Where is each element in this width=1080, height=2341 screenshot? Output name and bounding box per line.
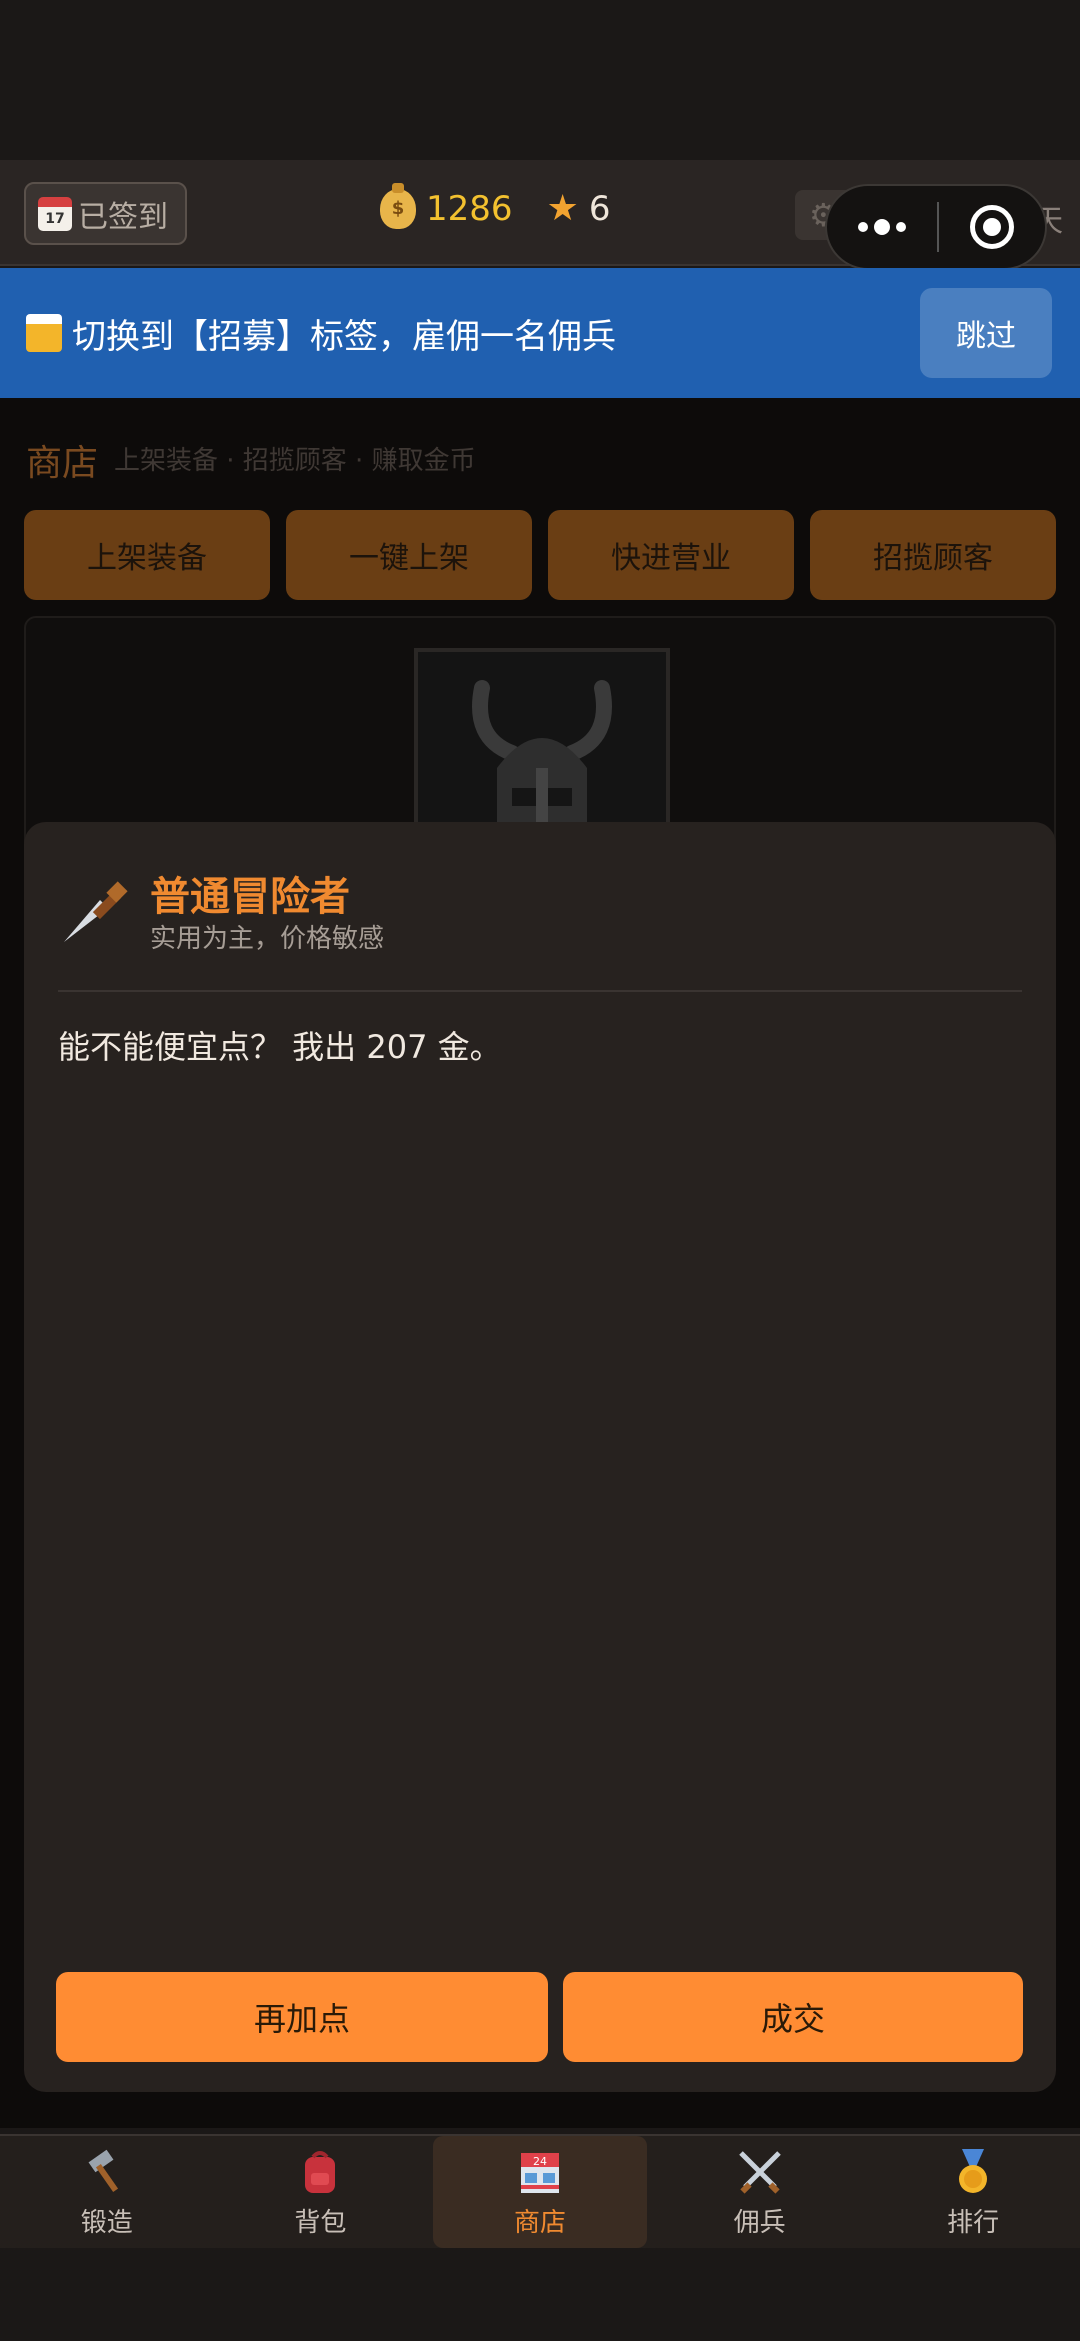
miniprogram-capsule (825, 184, 1047, 270)
more-dot (858, 222, 868, 232)
shop-subtitle: 上架装备 · 招揽顾客 · 赚取金币 (114, 446, 476, 476)
nav-label: 锻造 (80, 2207, 133, 2238)
nav-item-mercenary[interactable]: 佣兵 (653, 2136, 867, 2248)
hammer-icon (81, 2146, 133, 2198)
nav-label: 商店 (513, 2207, 566, 2238)
nav-label: 佣兵 (733, 2207, 786, 2238)
customer-dialog: 普通冒险者 实用为主，价格敏感 能不能便宜点？ 我出 207 金。 再加点 成交 (24, 822, 1056, 2092)
medal-icon (947, 2146, 999, 2198)
currency-display: $ 1286 ★ 6 (380, 182, 611, 229)
checkin-label: 已签到 (78, 199, 168, 235)
more-dot (896, 222, 906, 232)
customer-name: 普通冒险者 (150, 874, 350, 920)
list-all-button[interactable]: 一键上架 (286, 510, 532, 600)
skip-button[interactable]: 跳过 (920, 288, 1052, 378)
fast-forward-button[interactable]: 快进营业 (548, 510, 794, 600)
shop-actions: 上架装备 一键上架 快进营业 招揽顾客 (24, 510, 1056, 600)
backpack-icon (294, 2146, 346, 2198)
nav-item-forge[interactable]: 锻造 (0, 2136, 214, 2248)
attract-customers-button[interactable]: 招揽顾客 (810, 510, 1056, 600)
bottom-nav: 锻造 背包 24 商店 佣兵 排行 (0, 2134, 1080, 2248)
target-icon (970, 205, 1014, 249)
tutorial-text: 切换到【招募】标签，雇佣一名佣兵 (72, 316, 616, 357)
store-icon: 24 (514, 2146, 566, 2198)
divider (58, 990, 1022, 992)
beer-icon (26, 314, 62, 352)
list-equipment-button[interactable]: 上架装备 (24, 510, 270, 600)
more-dot (874, 219, 890, 235)
customer-description: 实用为主，价格敏感 (150, 924, 385, 954)
dagger-icon (56, 870, 136, 950)
horned-helmet-icon (414, 648, 670, 848)
nav-item-shop[interactable]: 24 商店 (433, 2136, 647, 2248)
star-icon: ★ (546, 188, 579, 229)
raise-price-button[interactable]: 再加点 (56, 1972, 548, 2062)
svg-text:24: 24 (533, 2155, 547, 2168)
more-menu-button[interactable] (827, 219, 937, 235)
nav-item-backpack[interactable]: 背包 (214, 2136, 428, 2248)
calendar-icon: 17 (38, 196, 72, 231)
nav-item-ranking[interactable]: 排行 (866, 2136, 1080, 2248)
crossed-swords-icon (734, 2146, 786, 2198)
shop-title: 商店 (26, 443, 99, 484)
gold-amount: 1286 (426, 188, 513, 229)
close-miniprogram-button[interactable] (939, 205, 1045, 249)
nav-label: 背包 (294, 2207, 347, 2238)
tutorial-banner: 切换到【招募】标签，雇佣一名佣兵 跳过 (0, 268, 1080, 398)
customer-message: 能不能便宜点？ 我出 207 金。 (58, 1028, 502, 1066)
star-count: 6 (588, 188, 611, 229)
money-bag-icon: $ (380, 182, 416, 229)
checkin-button[interactable]: 17 已签到 (24, 182, 187, 245)
deal-button[interactable]: 成交 (563, 1972, 1023, 2062)
nav-label: 排行 (947, 2207, 1000, 2238)
